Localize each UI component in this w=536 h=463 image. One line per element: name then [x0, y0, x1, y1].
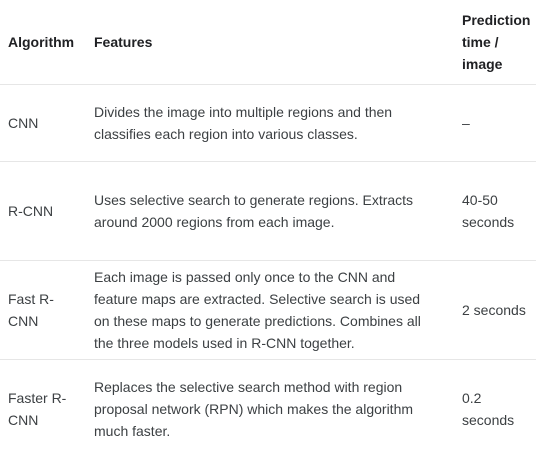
table-row: Faster R-CNN Replaces the selective sear…	[0, 359, 536, 459]
comparison-table: Algorithm Features Prediction time / ima…	[0, 0, 536, 459]
prediction-time-cell: 0.2 seconds	[462, 390, 515, 429]
algorithm-cell: CNN	[8, 114, 39, 131]
table-row: Fast R-CNN Each image is passed only onc…	[0, 260, 536, 359]
algorithm-cell: Fast R-CNN	[8, 290, 54, 329]
table-row: CNN Divides the image into multiple regi…	[0, 84, 536, 161]
header-prediction-time: Prediction time / image	[462, 11, 531, 72]
features-cell: Each image is passed only once to the CN…	[94, 268, 421, 351]
prediction-time-cell: 2 seconds	[462, 301, 526, 318]
algorithm-cell: R-CNN	[8, 202, 54, 219]
header-row: Algorithm Features Prediction time / ima…	[0, 0, 536, 84]
header-algorithm: Algorithm	[8, 33, 75, 50]
features-cell: Uses selective search to generate region…	[94, 191, 414, 230]
features-cell: Divides the image into multiple regions …	[94, 103, 393, 142]
algorithm-cell: Faster R-CNN	[8, 390, 67, 429]
prediction-time-cell: –	[462, 114, 470, 131]
header-features: Features	[94, 33, 153, 50]
features-cell: Replaces the selective search method wit…	[94, 379, 414, 440]
table-row: R-CNN Uses selective search to generate …	[0, 161, 536, 260]
prediction-time-cell: 40-50 seconds	[462, 191, 515, 230]
